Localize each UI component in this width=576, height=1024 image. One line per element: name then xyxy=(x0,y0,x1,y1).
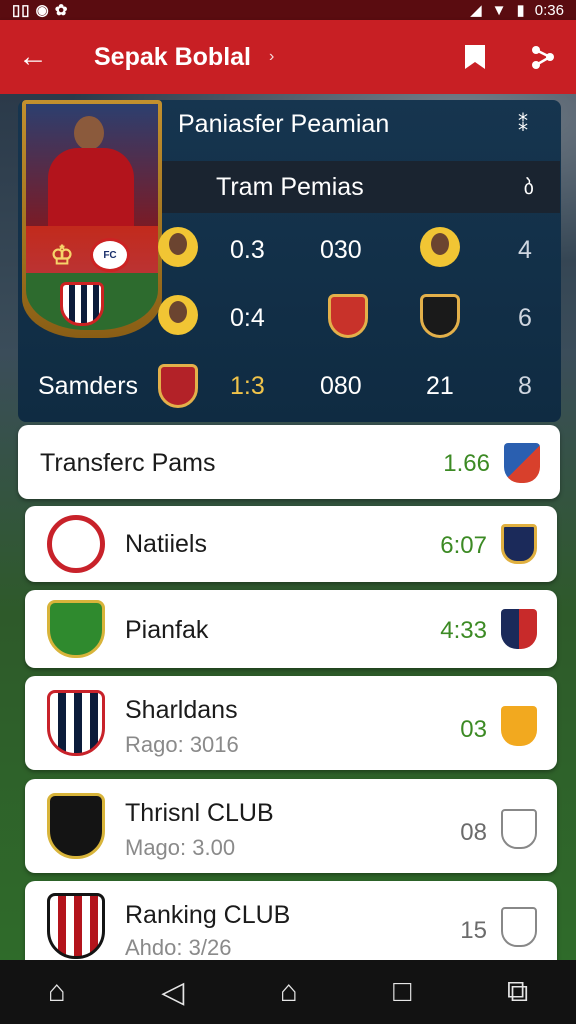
recents-icon[interactable]: ⧉ xyxy=(507,975,528,1009)
stat-value: 030 xyxy=(320,236,362,264)
list-item[interactable]: Pianfak 4:33 xyxy=(25,590,557,668)
player-avatar xyxy=(158,227,198,267)
bookmark-icon[interactable] xyxy=(460,42,490,72)
options-icon[interactable]: ⁑ xyxy=(518,112,528,137)
status-bar: ▯▯ ◉ ✿ ◢ ▼ ▮ 0:36 xyxy=(0,0,576,20)
sub-header-label: Tram Pemias xyxy=(216,172,364,201)
panel-title: Paniasfer Peamian xyxy=(178,110,390,138)
list-item-title: Sharldans xyxy=(125,696,238,724)
player-avatar xyxy=(158,295,198,335)
list-item-subtitle: Rago: 3016 xyxy=(125,732,239,757)
player-card[interactable]: ♔ FC xyxy=(22,100,162,338)
list-item[interactable]: Ranking CLUB Ahdo: 3/26 15 xyxy=(25,881,557,961)
club-logo-icon xyxy=(47,515,105,573)
list-item-title: Thrisnl CLUB xyxy=(125,799,274,827)
list-item-subtitle: Ahdo: 3/26 xyxy=(125,935,232,960)
list-item-score: 03 xyxy=(460,716,487,743)
stat-value: 21 xyxy=(426,372,454,400)
player-card-lower: ♔ FC xyxy=(26,226,158,330)
overview-icon[interactable]: □ xyxy=(393,975,411,1009)
list-item-title: Pianfak xyxy=(125,616,209,644)
panel-sub-header: Tram Pemias ბ xyxy=(160,161,560,213)
list-item-score: 1.66 xyxy=(443,450,490,477)
row-team-name: Samders xyxy=(38,372,139,400)
list-item-title: Natiiels xyxy=(125,530,207,558)
app-title: Sepak Boblal xyxy=(94,42,251,71)
club-logo-icon xyxy=(47,793,105,859)
list-item[interactable]: Transferc Pams 1.66 xyxy=(18,425,560,499)
club-crest-icon xyxy=(501,809,537,849)
player-avatar xyxy=(420,227,460,267)
system-nav-bar: ⌂ ◁ ⌂ □ ⧉ xyxy=(0,960,576,1024)
chevron-right-icon[interactable]: › xyxy=(269,48,274,66)
list-item-title: Transferc Pams xyxy=(40,449,216,477)
club-logo-icon xyxy=(47,893,105,959)
stat-value: 4 xyxy=(518,236,532,264)
list-item[interactable]: Natiiels 6:07 xyxy=(25,506,557,582)
club-shield-icon xyxy=(328,294,368,338)
wifi-icon: ▼ xyxy=(491,1,507,19)
battery-icon: ▮ xyxy=(516,2,525,19)
stat-value: 8 xyxy=(518,372,532,400)
app-bar: ← Sepak Boblal › xyxy=(0,20,576,94)
list-item-score: 15 xyxy=(460,917,487,944)
club-shield-icon xyxy=(158,364,198,408)
club-crest-icon xyxy=(501,524,537,564)
club-shield-icon xyxy=(420,294,460,338)
list-item-score: 4:33 xyxy=(440,617,487,644)
share-icon[interactable] xyxy=(528,42,558,72)
home-button-icon[interactable]: ⌂ xyxy=(280,975,298,1009)
signal-icon: ◢ xyxy=(470,2,482,19)
clock: 0:36 xyxy=(534,1,564,19)
home-icon[interactable]: ⌂ xyxy=(48,975,66,1009)
back-arrow-icon[interactable]: ← xyxy=(18,40,66,74)
list-item-score: 08 xyxy=(460,819,487,846)
club-crest-icon xyxy=(501,706,537,746)
club-badge-icon: FC xyxy=(90,238,130,272)
player-photo xyxy=(26,104,158,226)
stat-value: 1:3 xyxy=(230,372,265,400)
club-crest-icon xyxy=(501,907,537,947)
club-logo-icon xyxy=(47,690,105,756)
list-item-score: 6:07 xyxy=(440,532,487,559)
stat-value: 0:4 xyxy=(230,304,265,332)
club-crest-icon xyxy=(501,609,537,649)
list-item[interactable]: Thrisnl CLUB Mago: 3.00 08 xyxy=(25,779,557,873)
stat-value: 6 xyxy=(518,304,532,332)
list-item[interactable]: Sharldans Rago: 3016 03 xyxy=(25,676,557,770)
striped-shield-icon xyxy=(60,282,104,326)
club-logo-icon xyxy=(47,600,105,658)
stat-value: 0.3 xyxy=(230,236,265,264)
club-crest-icon xyxy=(504,443,540,483)
sort-icon[interactable]: ბ xyxy=(524,175,534,200)
status-notification-icons: ▯▯ ◉ ✿ xyxy=(12,2,69,19)
list-item-subtitle: Mago: 3.00 xyxy=(125,835,236,860)
back-icon[interactable]: ◁ xyxy=(161,975,184,1010)
list-item-title: Ranking CLUB xyxy=(125,901,291,929)
crown-logo-icon: ♔ xyxy=(50,239,74,270)
stat-value: 080 xyxy=(320,372,362,400)
